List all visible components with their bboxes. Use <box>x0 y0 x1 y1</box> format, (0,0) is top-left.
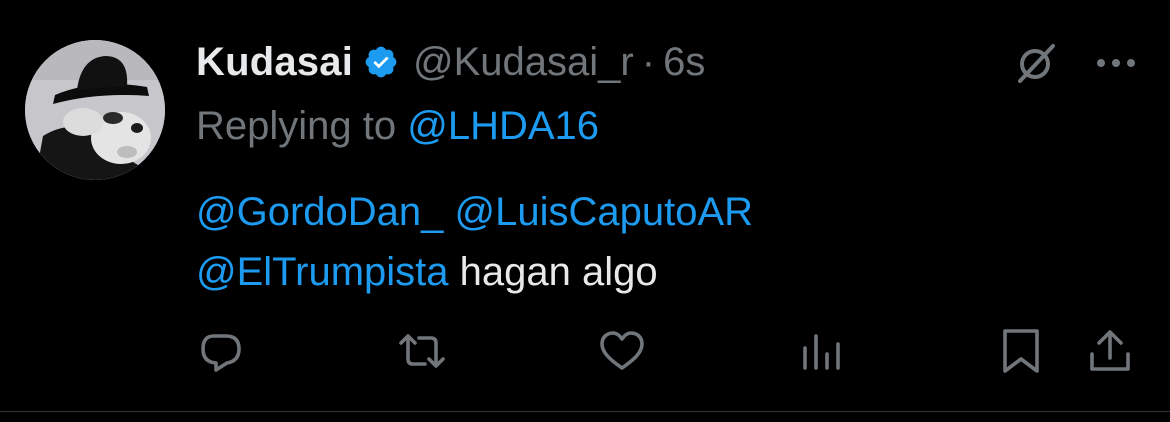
replying-to-label: Replying to <box>196 104 408 148</box>
divider <box>0 411 1170 412</box>
like-icon[interactable] <box>597 326 647 376</box>
share-icon[interactable] <box>1085 326 1135 376</box>
avatar[interactable] <box>25 40 165 180</box>
views-icon[interactable] <box>799 326 849 376</box>
replying-to: Replying to @LHDA16 <box>196 104 599 149</box>
reply-icon[interactable] <box>196 326 246 376</box>
more-options-icon[interactable] <box>1094 56 1138 70</box>
tweet-header: Kudasai @Kudasai_r · 6s <box>196 34 705 90</box>
tweet[interactable]: Kudasai @Kudasai_r · 6s Replying to @LHD… <box>0 0 1170 412</box>
display-name[interactable]: Kudasai <box>196 40 353 85</box>
timestamp[interactable]: 6s <box>663 40 705 85</box>
tweet-message: hagan algo <box>459 250 658 294</box>
tweet-text: @GordoDan_ @LuisCaputoAR @ElTrumpista ha… <box>196 182 1096 302</box>
mention-eltrumpista[interactable]: @ElTrumpista <box>196 250 449 294</box>
replying-to-mention[interactable]: @LHDA16 <box>407 104 599 148</box>
tweet-text-line-2: @ElTrumpista hagan algo <box>196 242 1096 302</box>
mention-luiscaputoar[interactable]: @LuisCaputoAR <box>455 190 754 234</box>
mention-gordodan[interactable]: @GordoDan_ <box>196 190 443 234</box>
retweet-icon[interactable] <box>397 326 447 376</box>
separator-dot: · <box>641 39 656 84</box>
tweet-text-line-1: @GordoDan_ @LuisCaputoAR <box>196 182 1096 242</box>
verified-badge-icon <box>363 44 399 80</box>
bookmark-icon[interactable] <box>996 326 1046 376</box>
handle[interactable]: @Kudasai_r <box>413 40 634 85</box>
grok-icon[interactable] <box>1013 40 1059 86</box>
